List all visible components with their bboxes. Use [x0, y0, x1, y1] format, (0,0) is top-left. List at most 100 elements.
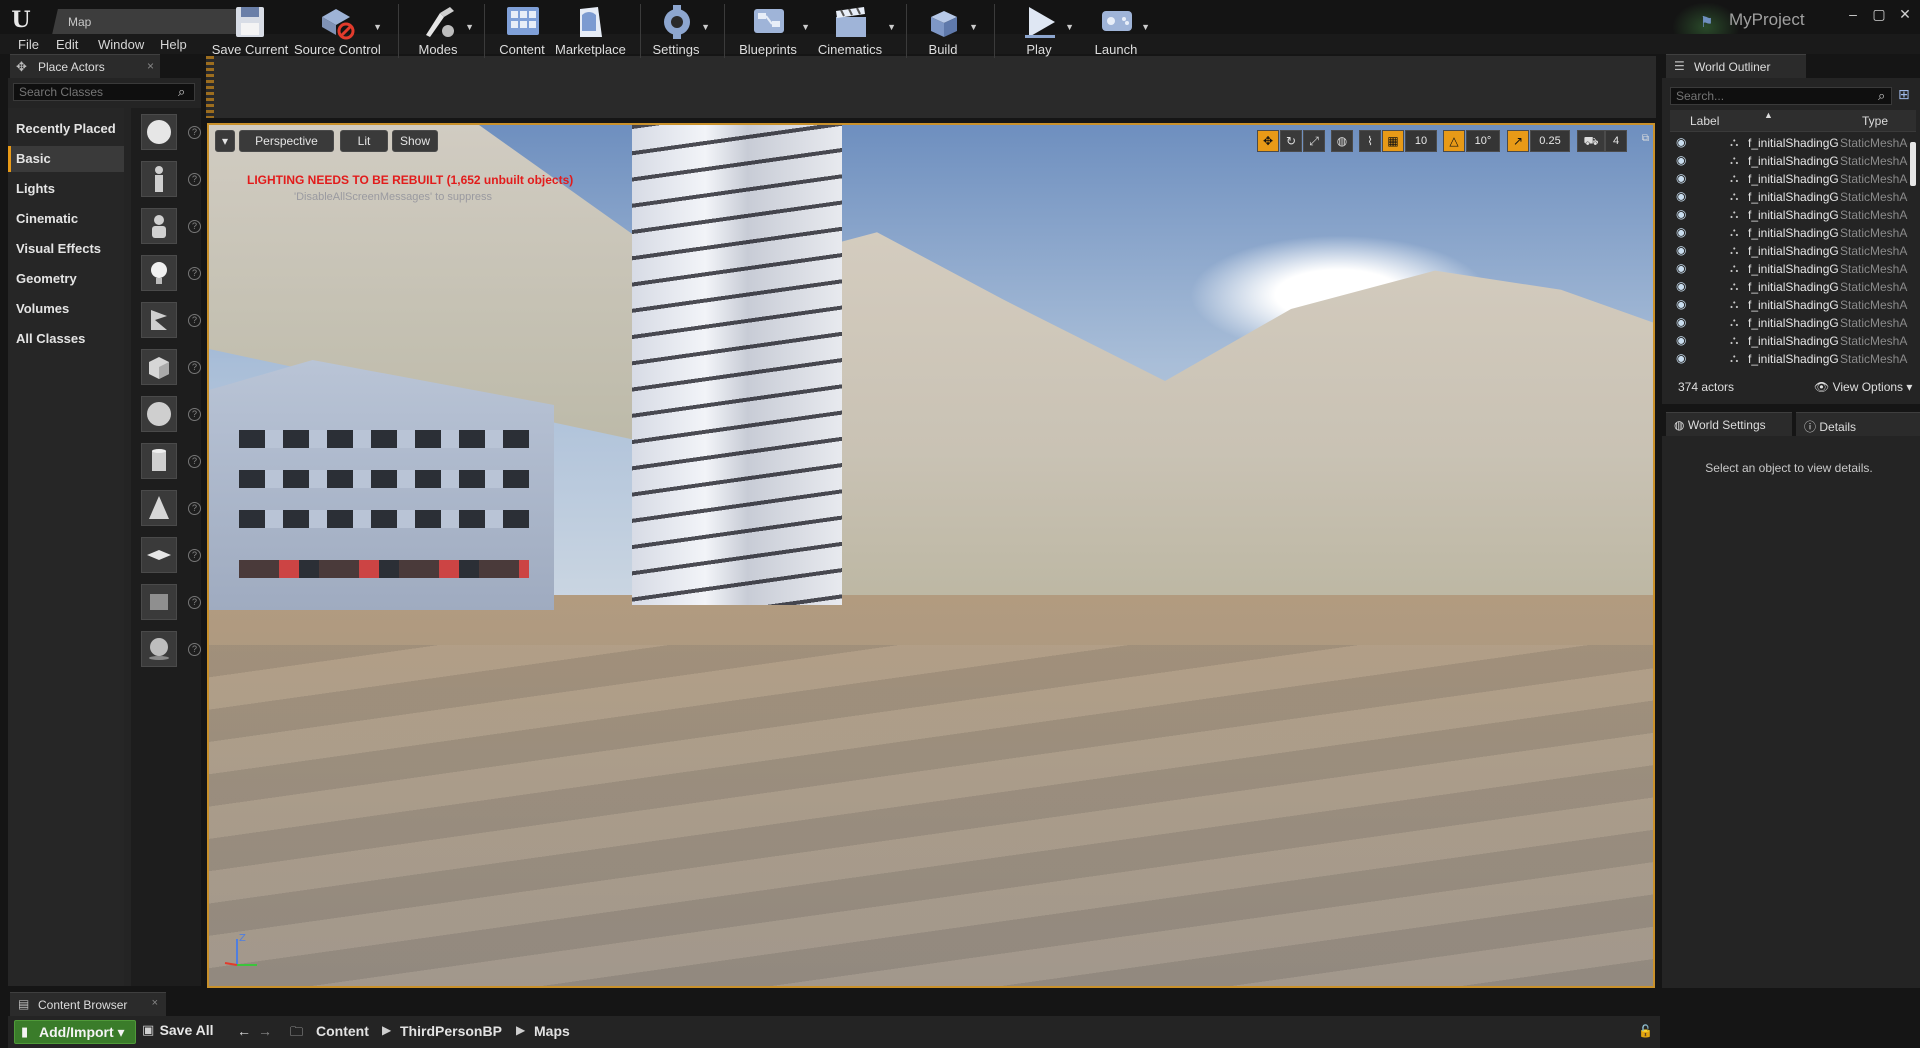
translate-tool-icon[interactable]: ✥ [1257, 130, 1279, 152]
menu-window[interactable]: Window [98, 37, 144, 52]
blueprints-button[interactable]: Blueprints ▼ [730, 0, 810, 62]
outliner-row[interactable]: ◉ ⛬ f_initialShadingGStaticMeshActor [1670, 206, 1908, 224]
save-all-button[interactable]: Save All [144, 1022, 214, 1038]
outliner-row[interactable]: ◉ ⛬ f_initialShadingGStaticMeshActor [1670, 314, 1908, 332]
visibility-eye-icon[interactable]: ◉ [1676, 225, 1686, 239]
pawn-icon[interactable] [141, 208, 177, 244]
category-volumes[interactable]: Volumes [8, 296, 124, 322]
source-control-button[interactable]: Source Control ▼ [294, 0, 382, 62]
chevron-down-icon[interactable]: ▼ [373, 22, 382, 32]
minimize-button[interactable]: – [1842, 5, 1864, 25]
category-geometry[interactable]: Geometry [8, 266, 124, 292]
marketplace-button[interactable]: Marketplace [555, 0, 626, 62]
chevron-down-icon[interactable]: ▼ [701, 22, 710, 32]
rotation-snap-icon[interactable]: △ [1443, 130, 1465, 152]
box-trigger-icon[interactable] [141, 584, 177, 620]
unreal-logo-icon[interactable]: U [8, 7, 34, 33]
category-cinematic[interactable]: Cinematic [8, 206, 124, 232]
camera-speed-value[interactable]: 4 [1605, 130, 1627, 152]
show-button[interactable]: Show [392, 130, 438, 152]
settings-button[interactable]: Settings ▼ [646, 0, 710, 62]
outliner-row[interactable]: ◉ ⛬ f_initialShadingGStaticMeshActor [1670, 332, 1908, 350]
breadcrumb-maps[interactable]: Maps [534, 1023, 570, 1039]
forward-arrow-icon[interactable]: → [258, 1023, 272, 1039]
outliner-row[interactable]: ◉ ⛬ f_initialShadingGStaticMeshActor [1670, 296, 1908, 314]
lock-icon[interactable]: 🔓 [1638, 1024, 1653, 1038]
outliner-row[interactable]: ◉ ⛬ f_initialShadingGStaticMeshActor [1670, 188, 1908, 206]
help-icon[interactable]: ? [188, 596, 201, 609]
help-icon[interactable]: ? [188, 126, 201, 139]
character-icon[interactable] [141, 161, 177, 197]
play-button[interactable]: Play ▼ [1008, 0, 1074, 62]
close-icon[interactable]: × [147, 59, 154, 73]
player-start-icon[interactable] [141, 302, 177, 338]
category-lights[interactable]: Lights [8, 176, 124, 202]
modes-button[interactable]: Modes ▼ [406, 0, 474, 62]
view-options-button[interactable]: 👁 View Options ▾ [1814, 380, 1912, 394]
visibility-eye-icon[interactable]: ◉ [1676, 279, 1686, 293]
save-current-button[interactable]: Save Current [210, 0, 290, 62]
cylinder-icon[interactable] [141, 443, 177, 479]
help-icon[interactable]: ? [188, 314, 201, 327]
column-label-header[interactable]: Label [1690, 114, 1719, 128]
help-icon[interactable]: ? [188, 267, 201, 280]
category-all-classes[interactable]: All Classes [8, 326, 124, 352]
viewport-menu-button[interactable]: ▾ [215, 130, 235, 152]
chevron-down-icon[interactable]: ▼ [465, 22, 474, 32]
breadcrumb-content[interactable]: Content [316, 1023, 369, 1039]
project-name[interactable]: MyProject [1729, 10, 1805, 30]
close-icon[interactable]: × [152, 997, 158, 1009]
grid-snap-value[interactable]: 10 [1405, 130, 1437, 152]
help-icon[interactable]: ? [188, 220, 201, 233]
cube-icon[interactable] [141, 349, 177, 385]
visibility-eye-icon[interactable]: ◉ [1676, 351, 1686, 365]
world-outliner-tab[interactable]: ☰ World Outliner [1666, 54, 1806, 78]
outliner-row[interactable]: ◉ ⛬ f_initialShadingGStaticMeshActor [1670, 224, 1908, 242]
visibility-eye-icon[interactable]: ◉ [1676, 207, 1686, 221]
help-icon[interactable]: ? [188, 549, 201, 562]
search-icon[interactable]: ⌕ [1878, 88, 1885, 104]
category-visual-effects[interactable]: Visual Effects [8, 236, 124, 262]
scale-snap-icon[interactable]: ↗ [1507, 130, 1529, 152]
visibility-eye-icon[interactable]: ◉ [1676, 333, 1686, 347]
visibility-eye-icon[interactable]: ◉ [1676, 189, 1686, 203]
scale-snap-value[interactable]: 0.25 [1530, 130, 1570, 152]
sphere-icon[interactable] [141, 396, 177, 432]
cone-icon[interactable] [141, 490, 177, 526]
close-button[interactable]: ✕ [1894, 5, 1916, 25]
place-actors-tab[interactable]: ✥ Place Actors × [10, 54, 160, 78]
grid-snap-icon[interactable]: ▦ [1382, 130, 1404, 152]
outliner-scrollbar[interactable] [1910, 142, 1916, 186]
add-folder-icon[interactable]: ⊞ [1898, 86, 1910, 103]
visibility-eye-icon[interactable]: ◉ [1676, 297, 1686, 311]
world-settings-tab[interactable]: ◍ World Settings [1666, 412, 1792, 436]
outliner-search-input[interactable] [1670, 87, 1892, 105]
search-icon[interactable]: ⌕ [178, 84, 185, 100]
outliner-row[interactable]: ◉ ⛬ f_initialShadingGStaticMeshActor [1670, 260, 1908, 278]
help-icon[interactable]: ? [188, 502, 201, 515]
launch-button[interactable]: Launch ▼ [1086, 0, 1150, 62]
menu-help[interactable]: Help [160, 37, 187, 52]
plane-icon[interactable] [141, 537, 177, 573]
outliner-row[interactable]: ◉ ⛬ f_initialShadingGStaticMeshActor [1670, 242, 1908, 260]
visibility-eye-icon[interactable]: ◉ [1676, 153, 1686, 167]
outliner-row[interactable]: ◉ ⛬ f_initialShadingGStaticMeshActor [1670, 152, 1908, 170]
menu-file[interactable]: File [18, 37, 39, 52]
rotation-snap-value[interactable]: 10° [1466, 130, 1500, 152]
scale-tool-icon[interactable]: ⤢ [1303, 130, 1325, 152]
light-bulb-icon[interactable] [141, 255, 177, 291]
chevron-down-icon[interactable]: ▼ [969, 22, 978, 32]
category-recently-placed[interactable]: Recently Placed [8, 116, 124, 142]
folder-icon[interactable]: 🗀 [290, 1023, 303, 1045]
visibility-eye-icon[interactable]: ◉ [1676, 243, 1686, 257]
visibility-eye-icon[interactable]: ◉ [1676, 261, 1686, 275]
help-icon[interactable]: ? [188, 361, 201, 374]
lit-button[interactable]: Lit [340, 130, 388, 152]
level-viewport[interactable]: LIGHTING NEEDS TO BE REBUILT (1,652 unbu… [207, 123, 1655, 988]
camera-speed-icon[interactable]: ⛟ [1577, 130, 1605, 152]
menu-edit[interactable]: Edit [56, 37, 78, 52]
add-import-button[interactable]: ▮ Add/Import ▾ [14, 1020, 136, 1044]
search-classes-input[interactable] [13, 83, 195, 101]
category-basic[interactable]: Basic [8, 146, 124, 172]
content-browser-tab[interactable]: ▤ Content Browser × [10, 992, 166, 1016]
